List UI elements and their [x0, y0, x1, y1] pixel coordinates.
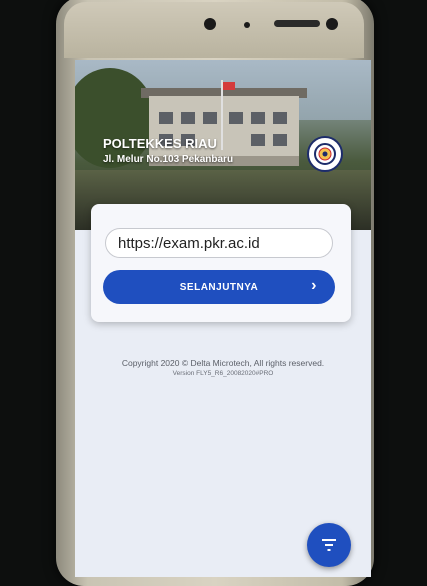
copyright-text: Copyright 2020 © Delta Microtech, All ri… — [121, 358, 325, 368]
flag-icon — [223, 82, 235, 90]
institution-address: Jl. Melur No.103 Pekanbaru — [103, 154, 234, 165]
chevron-right-icon: › — [311, 277, 317, 294]
version-text: Version FLY5_R6_20082020#PRO — [172, 370, 274, 377]
login-card: SELANJUTNYA › — [91, 204, 351, 322]
filter-icon — [322, 539, 336, 551]
speaker-grille — [274, 20, 320, 27]
next-button-label: SELANJUTNYA — [179, 281, 259, 293]
app-screen: POLTEKKES RIAU Jl. Melur No.103 Pekanbar… — [75, 60, 371, 577]
camera-icon — [326, 18, 338, 30]
camera-icon — [204, 18, 216, 30]
sensor-icon — [244, 22, 250, 28]
phone-top-bezel — [64, 2, 364, 58]
institution-title: POLTEKKES RIAU — [103, 136, 217, 151]
next-button[interactable]: SELANJUTNYA › — [103, 270, 335, 304]
institution-logo — [307, 136, 343, 172]
filter-fab-button[interactable] — [307, 523, 351, 567]
server-url-input[interactable] — [105, 228, 333, 258]
